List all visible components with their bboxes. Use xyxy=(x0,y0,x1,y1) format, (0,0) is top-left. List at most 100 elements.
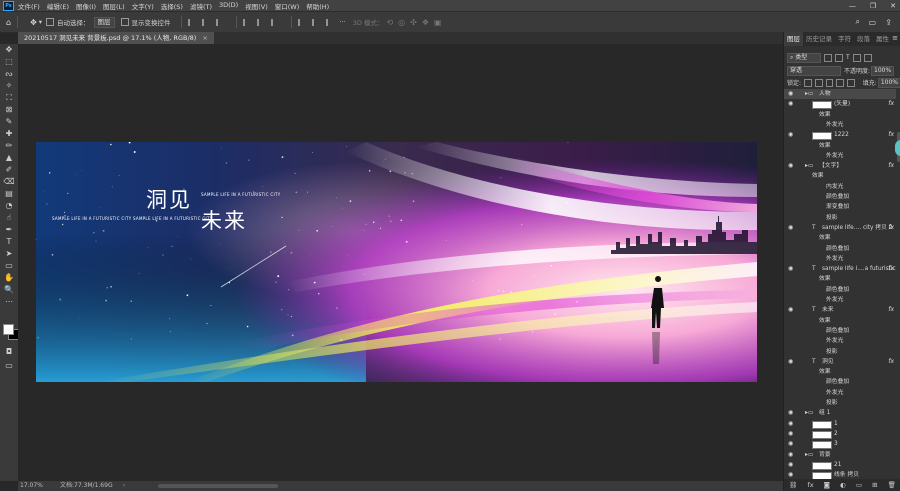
layer-row[interactable]: ◉ Tsample life.... city 拷贝 2 fx xyxy=(784,223,896,233)
3d-roll-icon[interactable]: ◎ xyxy=(398,18,405,27)
tool-icon[interactable]: ✧ xyxy=(0,80,18,92)
document-tab[interactable]: 20210517 洞见未来 背景板.psd @ 17.1% (人物, RGB/8… xyxy=(18,32,214,44)
folder-icon[interactable]: ▸▭ xyxy=(805,89,813,99)
move-tool-icon[interactable]: ✥ xyxy=(30,18,37,27)
horizontal-scrollbar[interactable] xyxy=(158,484,278,488)
layer-row[interactable]: 效果 xyxy=(784,110,896,120)
menu-item[interactable]: 选择(S) xyxy=(161,1,183,11)
panel-tab[interactable]: 历史记录 xyxy=(803,32,835,46)
layer-row[interactable]: 外发光 xyxy=(784,295,896,305)
panel-menu-icon[interactable]: ≡ xyxy=(892,34,898,42)
tool-icon[interactable]: ⊠ xyxy=(0,104,18,116)
menu-item[interactable]: 文字(Y) xyxy=(132,1,154,11)
3d-pan-icon[interactable]: ✣ xyxy=(410,18,417,27)
layer-row[interactable]: ◉ T 洞见 fx xyxy=(784,357,896,367)
folder-icon[interactable]: ▸▭ xyxy=(805,408,813,418)
minimize-icon[interactable]: — xyxy=(849,2,856,10)
lock-pixels-icon[interactable] xyxy=(804,78,812,87)
layer-row[interactable]: 颜色叠加 xyxy=(784,326,896,336)
tool-icon[interactable]: ▤ xyxy=(0,188,18,200)
lock-all-icon[interactable] xyxy=(847,78,855,87)
layer-row[interactable]: 投影 xyxy=(784,398,896,408)
tool-icon[interactable]: ✐ xyxy=(0,164,18,176)
share-icon[interactable]: ⇪ xyxy=(885,18,892,27)
floating-assistant-button[interactable] xyxy=(895,140,900,156)
layer-row[interactable]: 渐变叠加 xyxy=(784,202,896,212)
auto-select-dropdown[interactable]: 图层 xyxy=(93,16,115,28)
layer-row[interactable]: ◉ ▸▭ 组 1 xyxy=(784,408,896,418)
tool-icon[interactable]: ☝ xyxy=(0,212,18,224)
menu-item[interactable]: 图像(I) xyxy=(76,1,96,11)
mask-icon[interactable]: ◙ xyxy=(824,481,830,489)
filter-smart-icon[interactable] xyxy=(863,53,872,62)
distribute-icon[interactable] xyxy=(311,18,322,26)
layer-row[interactable]: 外发光 xyxy=(784,120,896,130)
menu-item[interactable]: 文件(F) xyxy=(18,1,40,11)
tool-icon[interactable]: ▭ xyxy=(0,260,18,272)
layer-row[interactable]: ◉ Tsample life i....a futuristic fx xyxy=(784,264,896,274)
adjustment-icon[interactable]: ◐ xyxy=(840,481,846,489)
lock-move-icon[interactable] xyxy=(825,78,834,87)
align-top-icon[interactable] xyxy=(242,18,253,26)
tool-icon[interactable]: 🔍 xyxy=(0,284,18,296)
tool-icon[interactable]: ✋ xyxy=(0,272,18,284)
layer-row[interactable]: 外发光 xyxy=(784,388,896,398)
layer-row[interactable]: ◉ 1222 fx xyxy=(784,130,896,141)
chevron-right-icon[interactable]: › xyxy=(123,481,125,491)
quick-mask-icon[interactable]: ◘ xyxy=(0,346,18,358)
layer-row[interactable]: 效果 xyxy=(784,171,896,181)
fx-icon[interactable]: fx xyxy=(888,305,894,315)
layer-row[interactable]: ◉ ▸▭ 人物 xyxy=(784,89,896,99)
fx-icon[interactable]: fx xyxy=(888,223,894,233)
menu-item[interactable]: 窗口(W) xyxy=(275,1,300,11)
distribute-icon[interactable] xyxy=(297,18,308,26)
filter-kind-dropdown[interactable]: ⌕ 类型 xyxy=(787,52,821,63)
3d-scale-icon[interactable]: ▣ xyxy=(434,18,442,27)
restore-icon[interactable]: ❐ xyxy=(870,2,876,10)
visibility-eye-icon[interactable]: ◉ xyxy=(788,439,793,449)
tool-icon[interactable]: ▲ xyxy=(0,152,18,164)
filter-shape-icon[interactable] xyxy=(852,53,861,62)
tool-icon[interactable]: ✥ xyxy=(0,44,18,56)
layer-row[interactable]: 内发光 xyxy=(784,182,896,192)
layer-row[interactable]: 效果 xyxy=(784,233,896,243)
tool-icon[interactable]: ⬚ xyxy=(0,56,18,68)
menu-item[interactable]: 图层(L) xyxy=(103,1,125,11)
visibility-eye-icon[interactable]: ◉ xyxy=(788,89,793,99)
folder-icon[interactable]: ▸▭ xyxy=(805,450,813,460)
close-icon[interactable]: ✕ xyxy=(890,2,896,10)
menu-item[interactable]: 编辑(E) xyxy=(47,1,69,11)
folder-icon[interactable]: ▸▭ xyxy=(805,161,813,171)
layer-row[interactable]: 颜色叠加 xyxy=(784,377,896,387)
opacity-field[interactable]: 100% xyxy=(871,65,895,76)
visibility-eye-icon[interactable]: ◉ xyxy=(788,419,793,429)
more-options-icon[interactable]: ··· xyxy=(340,18,346,26)
layer-row[interactable]: 投影 xyxy=(784,347,896,357)
menu-item[interactable]: 帮助(H) xyxy=(306,1,329,11)
filter-pixel-icon[interactable] xyxy=(824,53,832,62)
blend-mode-dropdown[interactable]: 穿透 xyxy=(787,65,841,76)
tool-icon[interactable]: ✒ xyxy=(0,224,18,236)
visibility-eye-icon[interactable]: ◉ xyxy=(788,460,793,470)
visibility-eye-icon[interactable]: ◉ xyxy=(788,99,793,109)
layer-row[interactable]: ◉ 1 xyxy=(784,419,896,429)
tool-icon[interactable]: ⋯ xyxy=(0,296,18,308)
canvas-area[interactable]: 洞见 SAMPLE LIFE IN A FUTURISTIC CITY 未来 S… xyxy=(18,44,783,481)
layer-row[interactable]: 效果 xyxy=(784,141,896,151)
lock-artboard-icon[interactable] xyxy=(836,78,845,87)
menu-item[interactable]: 视图(V) xyxy=(245,1,268,11)
tool-icon[interactable]: ✏ xyxy=(0,140,18,152)
visibility-eye-icon[interactable]: ◉ xyxy=(788,223,793,233)
home-icon[interactable]: ⌂ xyxy=(6,18,11,27)
lock-paint-icon[interactable] xyxy=(814,78,823,87)
layer-row[interactable]: ◉ ▸▭ 【文字】 fx xyxy=(784,161,896,171)
layer-row[interactable]: 外发光 xyxy=(784,336,896,346)
align-left-icon[interactable] xyxy=(187,18,198,26)
align-middle-icon[interactable] xyxy=(256,18,267,26)
3d-rotate-icon[interactable]: ⟲ xyxy=(386,18,393,27)
fx-icon[interactable]: fx xyxy=(888,161,894,171)
tool-icon[interactable]: ◔ xyxy=(0,200,18,212)
panel-tab[interactable]: 属性 xyxy=(873,32,892,46)
link-icon[interactable]: ⛓ xyxy=(789,481,797,489)
zoom-level[interactable]: 17.07% xyxy=(20,481,43,491)
